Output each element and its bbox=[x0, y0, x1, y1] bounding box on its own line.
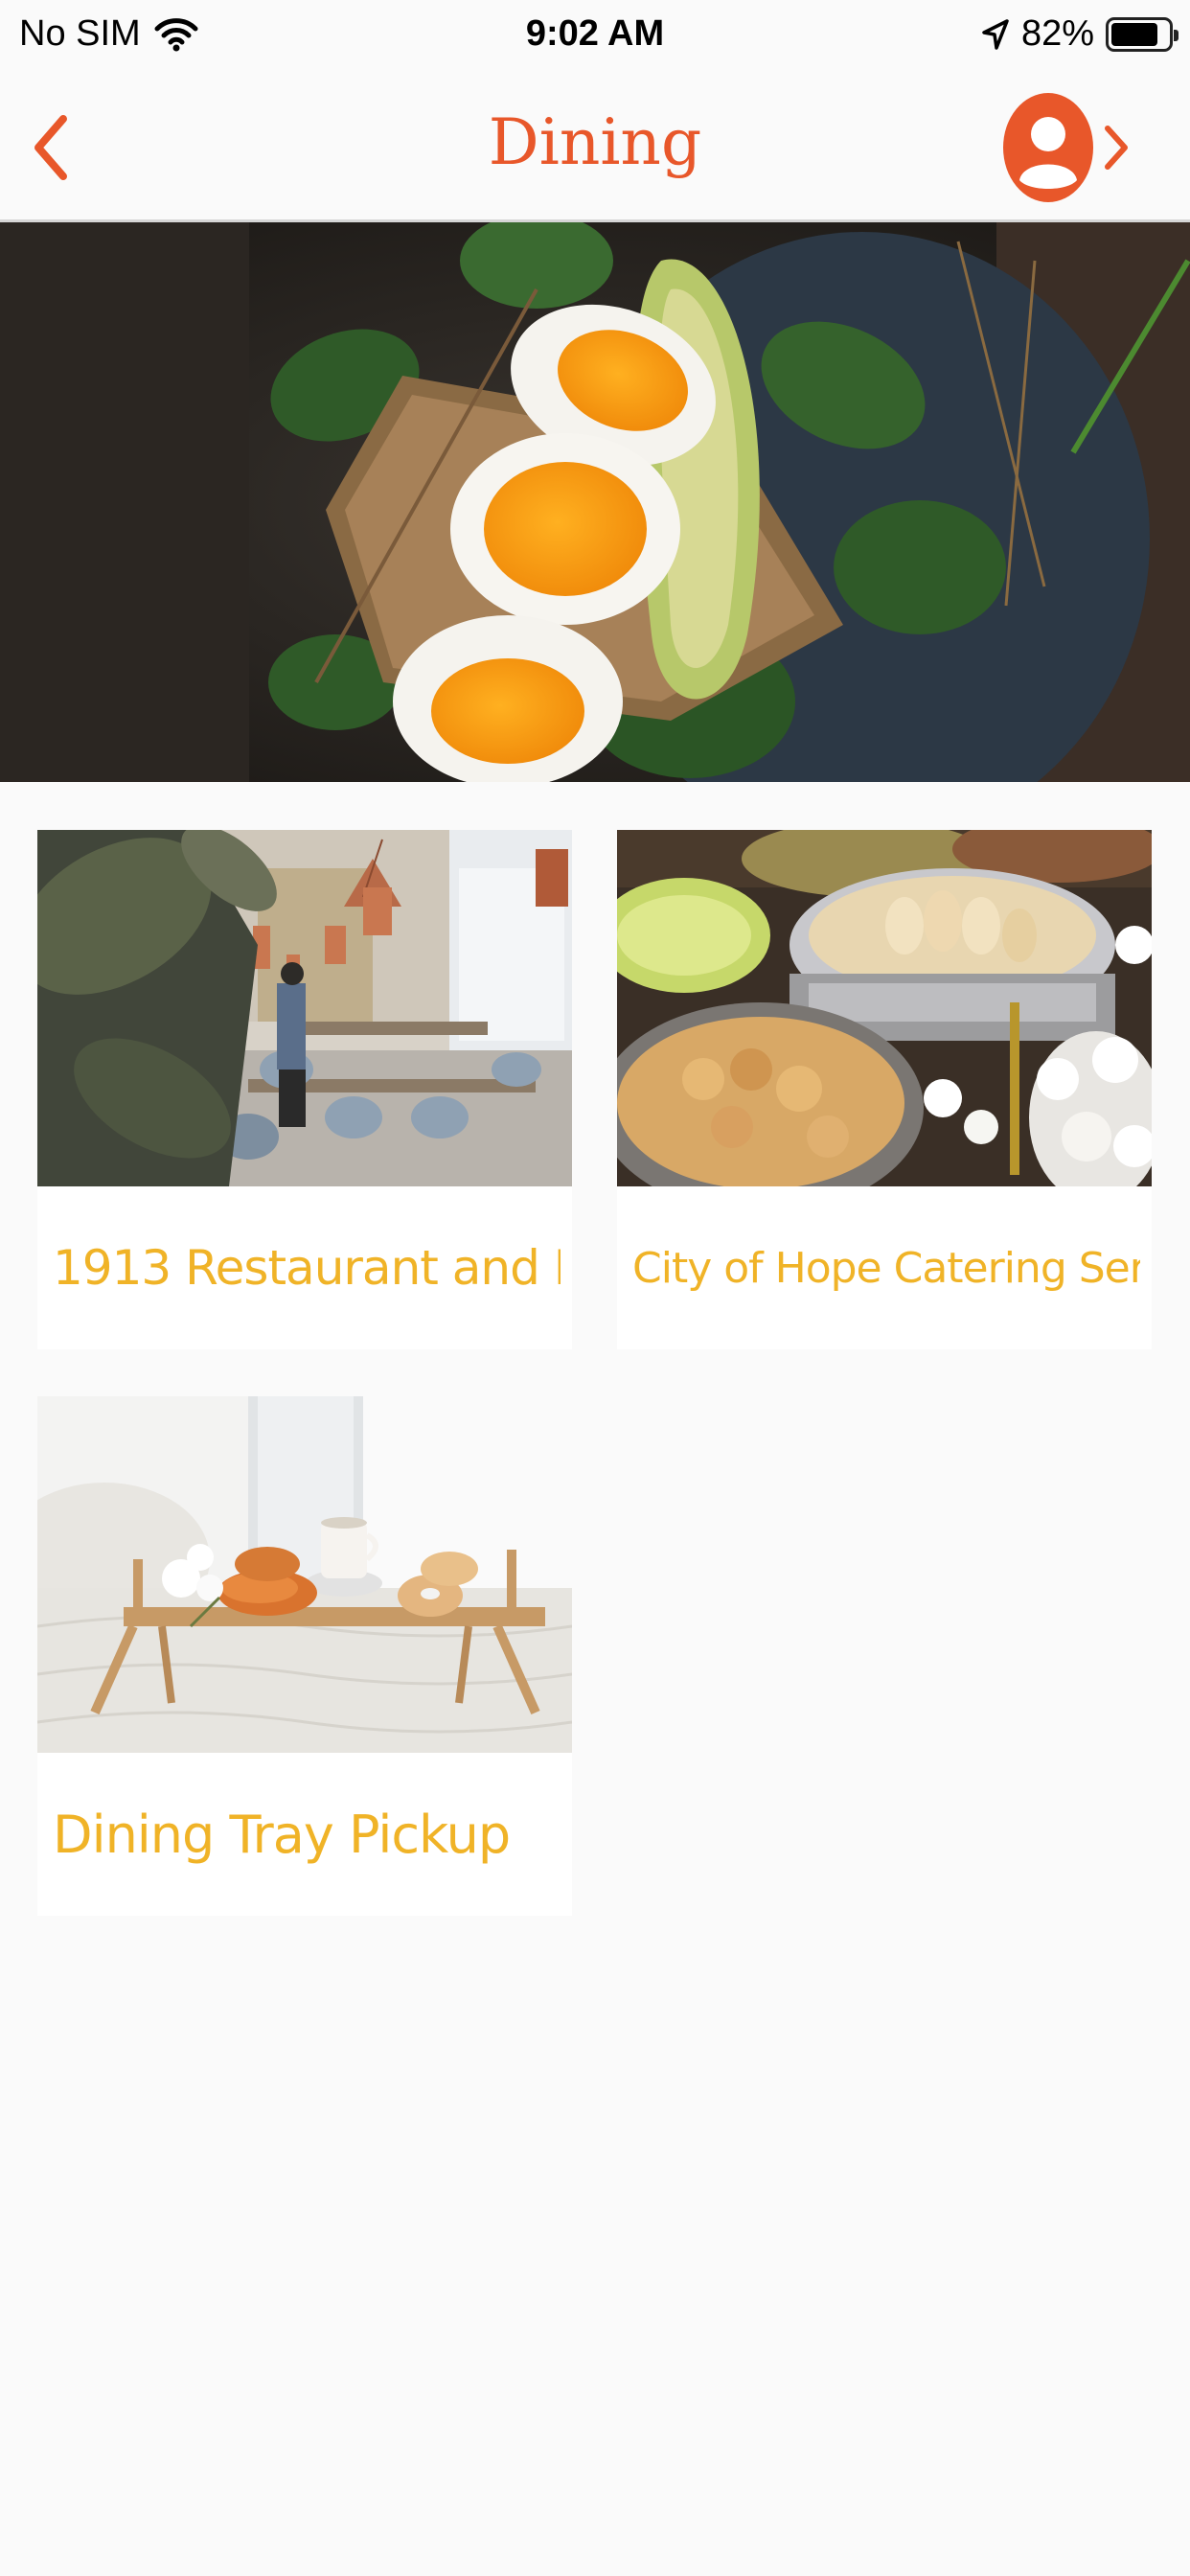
card-image bbox=[617, 830, 1152, 1186]
profile-button[interactable] bbox=[1002, 90, 1136, 205]
dining-card-tray-pickup[interactable]: Dining Tray Pickup bbox=[37, 1396, 572, 1916]
battery-icon bbox=[1106, 16, 1179, 52]
card-image bbox=[37, 1396, 572, 1753]
card-title: 1913 Restaurant and Bar bbox=[53, 1240, 561, 1296]
status-right: 82% bbox=[981, 13, 1179, 55]
hero-banner-image bbox=[0, 222, 1190, 782]
dining-card-catering[interactable]: City of Hope Catering Ser... bbox=[617, 830, 1152, 1349]
battery-percent: 82% bbox=[1020, 13, 1094, 54]
card-image bbox=[37, 830, 572, 1186]
battery-fill bbox=[1111, 22, 1157, 46]
status-bar: No SIM 9:02 AM 82% bbox=[0, 0, 1190, 73]
hero-food-illustration bbox=[0, 222, 1190, 782]
card-title: City of Hope Catering Ser... bbox=[632, 1243, 1140, 1293]
location-arrow-icon bbox=[982, 18, 1009, 50]
catering-buffet-illustration bbox=[617, 830, 1152, 1186]
nav-bar: Dining bbox=[0, 73, 1190, 222]
user-avatar-icon bbox=[1003, 93, 1093, 202]
card-title: Dining Tray Pickup bbox=[53, 1804, 511, 1865]
chevron-right-icon bbox=[1105, 126, 1128, 170]
breakfast-tray-illustration bbox=[37, 1396, 572, 1753]
dining-card-restaurant[interactable]: 1913 Restaurant and Bar bbox=[37, 830, 572, 1349]
battery-nub bbox=[1174, 29, 1179, 41]
restaurant-interior-illustration bbox=[37, 830, 572, 1186]
